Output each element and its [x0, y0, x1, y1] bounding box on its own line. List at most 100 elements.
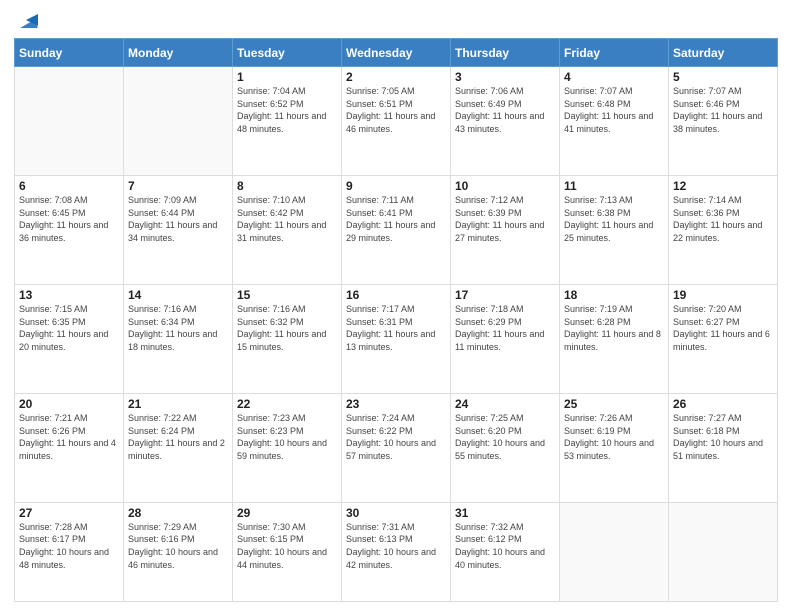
day-info: Sunrise: 7:19 AM Sunset: 6:28 PM Dayligh… — [564, 303, 664, 353]
calendar-cell: 23Sunrise: 7:24 AM Sunset: 6:22 PM Dayli… — [342, 393, 451, 502]
day-info: Sunrise: 7:17 AM Sunset: 6:31 PM Dayligh… — [346, 303, 446, 353]
day-info: Sunrise: 7:29 AM Sunset: 6:16 PM Dayligh… — [128, 521, 228, 571]
logo — [14, 10, 38, 32]
day-info: Sunrise: 7:24 AM Sunset: 6:22 PM Dayligh… — [346, 412, 446, 462]
day-number: 31 — [455, 506, 555, 520]
day-info: Sunrise: 7:28 AM Sunset: 6:17 PM Dayligh… — [19, 521, 119, 571]
day-number: 23 — [346, 397, 446, 411]
day-number: 30 — [346, 506, 446, 520]
calendar-cell: 22Sunrise: 7:23 AM Sunset: 6:23 PM Dayli… — [233, 393, 342, 502]
day-number: 4 — [564, 70, 664, 84]
day-info: Sunrise: 7:10 AM Sunset: 6:42 PM Dayligh… — [237, 194, 337, 244]
header — [14, 10, 778, 32]
day-info: Sunrise: 7:08 AM Sunset: 6:45 PM Dayligh… — [19, 194, 119, 244]
week-row-5: 27Sunrise: 7:28 AM Sunset: 6:17 PM Dayli… — [15, 502, 778, 601]
calendar-cell: 27Sunrise: 7:28 AM Sunset: 6:17 PM Dayli… — [15, 502, 124, 601]
day-number: 24 — [455, 397, 555, 411]
day-number: 11 — [564, 179, 664, 193]
day-number: 19 — [673, 288, 773, 302]
weekday-thursday: Thursday — [451, 39, 560, 67]
calendar-cell: 9Sunrise: 7:11 AM Sunset: 6:41 PM Daylig… — [342, 175, 451, 284]
day-info: Sunrise: 7:21 AM Sunset: 6:26 PM Dayligh… — [19, 412, 119, 462]
calendar-cell: 10Sunrise: 7:12 AM Sunset: 6:39 PM Dayli… — [451, 175, 560, 284]
day-info: Sunrise: 7:25 AM Sunset: 6:20 PM Dayligh… — [455, 412, 555, 462]
calendar-cell: 8Sunrise: 7:10 AM Sunset: 6:42 PM Daylig… — [233, 175, 342, 284]
day-info: Sunrise: 7:31 AM Sunset: 6:13 PM Dayligh… — [346, 521, 446, 571]
day-number: 20 — [19, 397, 119, 411]
day-info: Sunrise: 7:11 AM Sunset: 6:41 PM Dayligh… — [346, 194, 446, 244]
day-number: 22 — [237, 397, 337, 411]
day-info: Sunrise: 7:18 AM Sunset: 6:29 PM Dayligh… — [455, 303, 555, 353]
day-number: 9 — [346, 179, 446, 193]
day-info: Sunrise: 7:07 AM Sunset: 6:48 PM Dayligh… — [564, 85, 664, 135]
day-number: 25 — [564, 397, 664, 411]
day-number: 3 — [455, 70, 555, 84]
calendar-cell: 12Sunrise: 7:14 AM Sunset: 6:36 PM Dayli… — [669, 175, 778, 284]
calendar-cell: 17Sunrise: 7:18 AM Sunset: 6:29 PM Dayli… — [451, 284, 560, 393]
day-number: 16 — [346, 288, 446, 302]
calendar-cell: 4Sunrise: 7:07 AM Sunset: 6:48 PM Daylig… — [560, 67, 669, 176]
calendar-cell: 7Sunrise: 7:09 AM Sunset: 6:44 PM Daylig… — [124, 175, 233, 284]
calendar-cell: 29Sunrise: 7:30 AM Sunset: 6:15 PM Dayli… — [233, 502, 342, 601]
weekday-saturday: Saturday — [669, 39, 778, 67]
calendar-cell: 25Sunrise: 7:26 AM Sunset: 6:19 PM Dayli… — [560, 393, 669, 502]
calendar-cell — [15, 67, 124, 176]
day-number: 26 — [673, 397, 773, 411]
day-number: 10 — [455, 179, 555, 193]
day-info: Sunrise: 7:14 AM Sunset: 6:36 PM Dayligh… — [673, 194, 773, 244]
day-info: Sunrise: 7:27 AM Sunset: 6:18 PM Dayligh… — [673, 412, 773, 462]
day-number: 17 — [455, 288, 555, 302]
calendar-cell: 31Sunrise: 7:32 AM Sunset: 6:12 PM Dayli… — [451, 502, 560, 601]
day-info: Sunrise: 7:30 AM Sunset: 6:15 PM Dayligh… — [237, 521, 337, 571]
day-info: Sunrise: 7:23 AM Sunset: 6:23 PM Dayligh… — [237, 412, 337, 462]
day-number: 5 — [673, 70, 773, 84]
weekday-friday: Friday — [560, 39, 669, 67]
page: SundayMondayTuesdayWednesdayThursdayFrid… — [0, 0, 792, 612]
day-info: Sunrise: 7:05 AM Sunset: 6:51 PM Dayligh… — [346, 85, 446, 135]
day-info: Sunrise: 7:16 AM Sunset: 6:34 PM Dayligh… — [128, 303, 228, 353]
day-info: Sunrise: 7:06 AM Sunset: 6:49 PM Dayligh… — [455, 85, 555, 135]
calendar-table: SundayMondayTuesdayWednesdayThursdayFrid… — [14, 38, 778, 602]
calendar-cell — [560, 502, 669, 601]
calendar-cell: 6Sunrise: 7:08 AM Sunset: 6:45 PM Daylig… — [15, 175, 124, 284]
day-info: Sunrise: 7:32 AM Sunset: 6:12 PM Dayligh… — [455, 521, 555, 571]
calendar-cell: 3Sunrise: 7:06 AM Sunset: 6:49 PM Daylig… — [451, 67, 560, 176]
day-number: 12 — [673, 179, 773, 193]
calendar-cell: 15Sunrise: 7:16 AM Sunset: 6:32 PM Dayli… — [233, 284, 342, 393]
day-number: 14 — [128, 288, 228, 302]
calendar-cell: 26Sunrise: 7:27 AM Sunset: 6:18 PM Dayli… — [669, 393, 778, 502]
day-info: Sunrise: 7:16 AM Sunset: 6:32 PM Dayligh… — [237, 303, 337, 353]
calendar-cell: 18Sunrise: 7:19 AM Sunset: 6:28 PM Dayli… — [560, 284, 669, 393]
weekday-header-row: SundayMondayTuesdayWednesdayThursdayFrid… — [15, 39, 778, 67]
calendar-cell: 16Sunrise: 7:17 AM Sunset: 6:31 PM Dayli… — [342, 284, 451, 393]
day-number: 7 — [128, 179, 228, 193]
calendar-cell: 2Sunrise: 7:05 AM Sunset: 6:51 PM Daylig… — [342, 67, 451, 176]
day-number: 2 — [346, 70, 446, 84]
weekday-monday: Monday — [124, 39, 233, 67]
day-number: 1 — [237, 70, 337, 84]
day-number: 6 — [19, 179, 119, 193]
day-number: 18 — [564, 288, 664, 302]
day-info: Sunrise: 7:09 AM Sunset: 6:44 PM Dayligh… — [128, 194, 228, 244]
logo-icon — [16, 10, 38, 32]
calendar-cell: 19Sunrise: 7:20 AM Sunset: 6:27 PM Dayli… — [669, 284, 778, 393]
week-row-3: 13Sunrise: 7:15 AM Sunset: 6:35 PM Dayli… — [15, 284, 778, 393]
calendar-cell: 5Sunrise: 7:07 AM Sunset: 6:46 PM Daylig… — [669, 67, 778, 176]
weekday-tuesday: Tuesday — [233, 39, 342, 67]
day-number: 13 — [19, 288, 119, 302]
calendar-cell: 24Sunrise: 7:25 AM Sunset: 6:20 PM Dayli… — [451, 393, 560, 502]
weekday-sunday: Sunday — [15, 39, 124, 67]
day-info: Sunrise: 7:20 AM Sunset: 6:27 PM Dayligh… — [673, 303, 773, 353]
day-info: Sunrise: 7:15 AM Sunset: 6:35 PM Dayligh… — [19, 303, 119, 353]
calendar-cell: 13Sunrise: 7:15 AM Sunset: 6:35 PM Dayli… — [15, 284, 124, 393]
calendar-cell: 1Sunrise: 7:04 AM Sunset: 6:52 PM Daylig… — [233, 67, 342, 176]
calendar-cell: 28Sunrise: 7:29 AM Sunset: 6:16 PM Dayli… — [124, 502, 233, 601]
calendar-cell — [669, 502, 778, 601]
calendar-cell: 21Sunrise: 7:22 AM Sunset: 6:24 PM Dayli… — [124, 393, 233, 502]
weekday-wednesday: Wednesday — [342, 39, 451, 67]
day-number: 27 — [19, 506, 119, 520]
day-info: Sunrise: 7:12 AM Sunset: 6:39 PM Dayligh… — [455, 194, 555, 244]
calendar-cell: 11Sunrise: 7:13 AM Sunset: 6:38 PM Dayli… — [560, 175, 669, 284]
day-number: 28 — [128, 506, 228, 520]
day-info: Sunrise: 7:07 AM Sunset: 6:46 PM Dayligh… — [673, 85, 773, 135]
